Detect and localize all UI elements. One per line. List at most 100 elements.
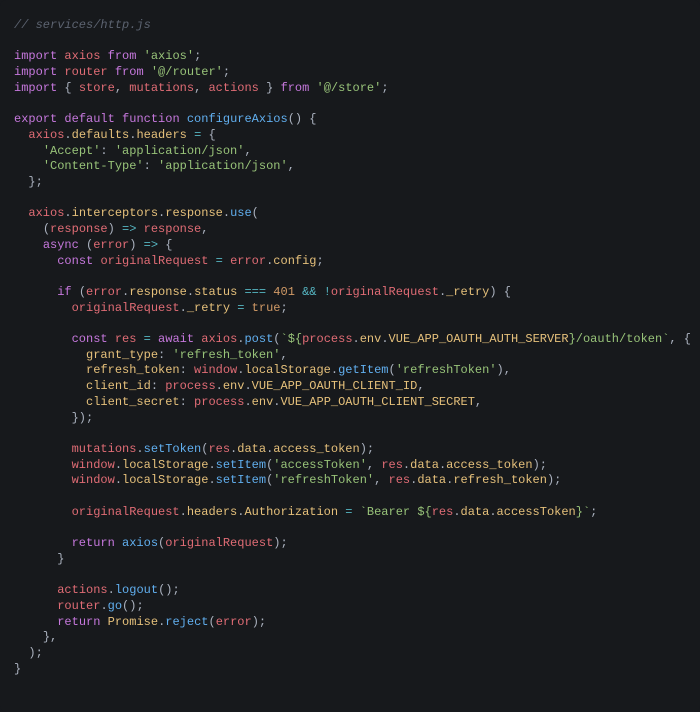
punct: . [223, 206, 230, 220]
punct: ), [497, 363, 511, 377]
code-editor: // services/http.js import axios from 'a… [0, 0, 700, 712]
punct: , [244, 144, 251, 158]
id: actions [57, 583, 107, 597]
punct: . [64, 206, 71, 220]
punct: ( [79, 285, 86, 299]
num: 401 [273, 285, 295, 299]
punct: . [244, 395, 251, 409]
param: response [50, 222, 108, 236]
punct: ; [223, 65, 230, 79]
punct: . [180, 505, 187, 519]
str: 'Accept' [43, 144, 101, 158]
punct: ; [194, 49, 201, 63]
id: error [216, 615, 252, 629]
prop: headers [136, 128, 186, 142]
str: `Bearer ${ [360, 505, 432, 519]
kw-const: const [57, 254, 93, 268]
punct: : [144, 159, 158, 173]
punct: ; [381, 81, 388, 95]
str: }` [576, 505, 590, 519]
punct: ); [547, 473, 561, 487]
punct: ); [533, 458, 547, 472]
id: res [432, 505, 454, 519]
punct: ); [28, 646, 42, 660]
id: router [64, 65, 107, 79]
punct: ( [252, 206, 259, 220]
punct: ; [280, 301, 287, 315]
punct: ) { [489, 285, 511, 299]
punct: , [374, 473, 388, 487]
prop: Authorization [244, 505, 338, 519]
str: 'refreshToken' [273, 473, 374, 487]
id: res [208, 442, 230, 456]
punct: (); [158, 583, 180, 597]
punct: . [489, 505, 496, 519]
str: 'application/json' [115, 144, 245, 158]
fn: reject [165, 615, 208, 629]
prop: localStorage [122, 473, 208, 487]
prop: grant_type [86, 348, 158, 362]
prop: env [252, 395, 274, 409]
id: error [86, 285, 122, 299]
punct: : [180, 395, 194, 409]
prop: accessToken [497, 505, 576, 519]
punct: { [165, 238, 172, 252]
id: error [230, 254, 266, 268]
op: = [237, 301, 244, 315]
punct: : [180, 363, 194, 377]
prop: _retry [187, 301, 230, 315]
punct: , [194, 81, 208, 95]
id: process [194, 395, 244, 409]
punct: , [280, 348, 287, 362]
fn-name: configureAxios [187, 112, 288, 126]
file-path-comment: // services/http.js [14, 18, 151, 32]
op: && [302, 285, 316, 299]
kw-import: import [14, 49, 57, 63]
fn: getItem [338, 363, 388, 377]
punct: ( [208, 615, 215, 629]
fn: post [244, 332, 273, 346]
kw-return: return [72, 536, 115, 550]
prop: config [273, 254, 316, 268]
prop: data [410, 458, 439, 472]
kw-const: const [72, 332, 108, 346]
id: process [165, 379, 215, 393]
punct: } [259, 81, 281, 95]
prop: refresh_token [453, 473, 547, 487]
id: res [389, 473, 411, 487]
punct: . [244, 379, 251, 393]
punct: . [64, 128, 71, 142]
id: axios [201, 332, 237, 346]
prop: status [194, 285, 237, 299]
punct: ); [273, 536, 287, 550]
punct: ( [43, 222, 50, 236]
prop: _retry [446, 285, 489, 299]
prop: client_secret [86, 395, 180, 409]
id: actions [208, 81, 258, 95]
kw-if: if [57, 285, 71, 299]
bool: true [252, 301, 281, 315]
prop: defaults [72, 128, 130, 142]
kw-import: import [14, 65, 57, 79]
id: originalRequest [72, 301, 180, 315]
const: VUE_APP_OAUTH_CLIENT_ID [252, 379, 418, 393]
id: originalRequest [331, 285, 439, 299]
str: 'refreshToken' [396, 363, 497, 377]
kw-function: function [122, 112, 180, 126]
punct: . [187, 285, 194, 299]
punct: }; [28, 175, 42, 189]
punct: }, [43, 630, 57, 644]
prop: env [360, 332, 382, 346]
punct: . [331, 363, 338, 377]
str: 'Content-Type' [43, 159, 144, 173]
arrow: => [122, 222, 136, 236]
id: mutations [72, 442, 137, 456]
id: process [302, 332, 352, 346]
id: mutations [129, 81, 194, 95]
punct: . [115, 473, 122, 487]
const: VUE_APP_OAUTH_AUTH_SERVER [389, 332, 569, 346]
id: originalRequest [100, 254, 208, 268]
punct: , [288, 159, 295, 173]
prop: data [461, 505, 490, 519]
id: window [194, 363, 237, 377]
